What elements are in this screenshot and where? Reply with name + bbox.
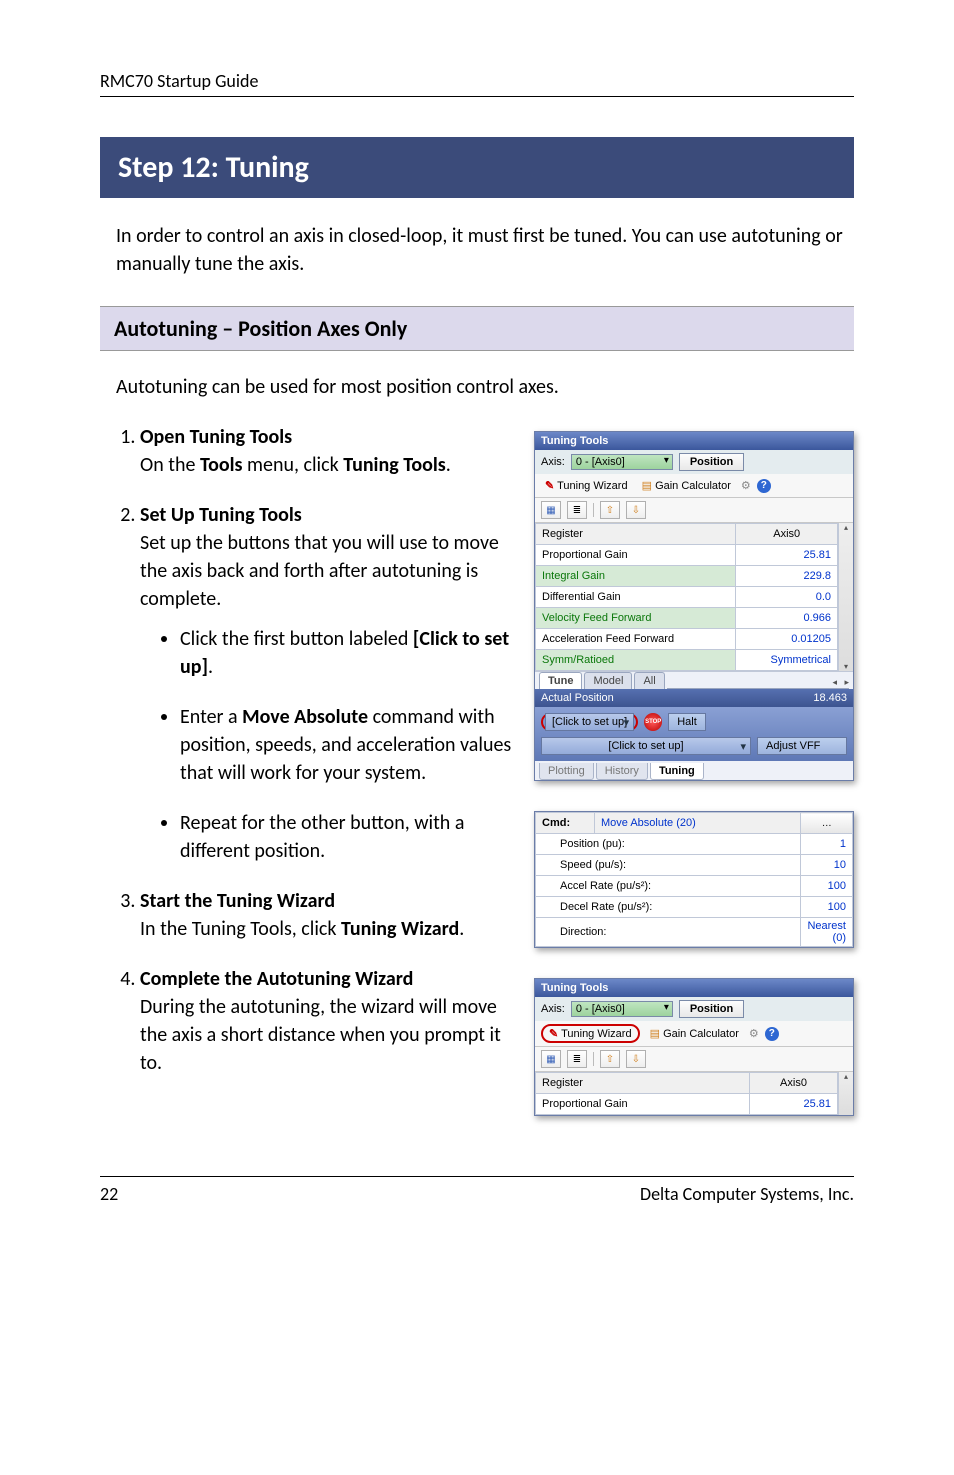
scrollbar[interactable]: ▴▾ xyxy=(838,523,853,671)
bullet-2: Enter a Move Absolute command with posit… xyxy=(180,703,514,787)
tab-tuning[interactable]: Tuning xyxy=(650,763,704,780)
command-panel: Cmd: Move Absolute (20) … Position (pu):… xyxy=(534,811,854,948)
tab-tune[interactable]: Tune xyxy=(539,672,582,689)
bullet-1: Click the first button labeled [Click to… xyxy=(180,625,514,681)
help-icon[interactable]: ? xyxy=(765,1027,779,1041)
axis-dropdown[interactable]: 0 - [Axis0] xyxy=(571,454,673,470)
toolbar-icon-1[interactable]: ▦ xyxy=(541,1050,561,1068)
page-number: 22 xyxy=(100,1183,118,1205)
axis-label-3: Axis: xyxy=(541,1003,565,1015)
gain-calc-tab-3[interactable]: ▤ Gain Calculator xyxy=(646,1025,743,1042)
toolbar-icon-4[interactable]: ⇩ xyxy=(626,1050,646,1068)
step-4: Complete the Autotuning Wizard During th… xyxy=(140,965,514,1077)
table-row: Direction:Nearest (0) xyxy=(536,918,853,947)
bullet-3: Repeat for the other button, with a diff… xyxy=(180,809,514,865)
step-3: Start the Tuning Wizard In the Tuning To… xyxy=(140,887,514,943)
table-row: Proportional Gain25.81 xyxy=(536,1094,838,1115)
axis-header: Axis0 xyxy=(736,524,838,545)
mid-tabs: Tune Model All ◂ ▸ xyxy=(535,671,853,689)
table-row: Differential Gain0.0 xyxy=(536,587,838,608)
panel1-title: Tuning Tools xyxy=(535,432,853,450)
table-row: Speed (pu/s):10 xyxy=(536,855,853,876)
table-row: Symm/RatioedSymmetrical xyxy=(536,650,838,671)
toolbar-icon-2[interactable]: ≣ xyxy=(567,501,587,519)
section-banner: Autotuning – Position Axes Only xyxy=(100,306,854,351)
step-2: Set Up Tuning Tools Set up the buttons t… xyxy=(140,501,514,865)
toolbar-icon-1[interactable]: ▦ xyxy=(541,501,561,519)
step-1: Open Tuning Tools On the Tools menu, cli… xyxy=(140,423,514,479)
step-4-title: Complete the Autotuning Wizard xyxy=(140,967,413,991)
toolbar-icon-3[interactable]: ⇧ xyxy=(600,501,620,519)
toolbar-icon-4[interactable]: ⇩ xyxy=(626,501,646,519)
step-1-title: Open Tuning Tools xyxy=(140,425,292,449)
table-row: Integral Gain229.8 xyxy=(536,566,838,587)
gear-icon[interactable]: ⚙ xyxy=(741,479,751,492)
tuning-tools-panel: Tuning Tools Axis: 0 - [Axis0] Position … xyxy=(534,431,854,781)
tuning-tools-panel-small: Tuning Tools Axis: 0 - [Axis0] Position … xyxy=(534,978,854,1116)
position-button[interactable]: Position xyxy=(679,453,744,471)
reg-header: Register xyxy=(536,524,736,545)
toolbar-icon-2[interactable]: ≣ xyxy=(567,1050,587,1068)
stop-icon[interactable]: STOP xyxy=(644,713,662,731)
table-row: Decel Rate (pu/s²):100 xyxy=(536,897,853,918)
header-title: RMC70 Startup Guide xyxy=(100,70,854,97)
footer-company: Delta Computer Systems, Inc. xyxy=(640,1183,854,1205)
register-table: RegisterAxis0 Proportional Gain25.81 Int… xyxy=(535,523,838,671)
pencil-icon: ✎ xyxy=(545,480,554,492)
actual-position-value: 18.463 xyxy=(813,692,847,704)
step-2-title: Set Up Tuning Tools xyxy=(140,503,302,527)
scrollbar[interactable]: ▴ xyxy=(838,1072,853,1115)
tuning-wizard-tab[interactable]: ✎ Tuning Wizard xyxy=(541,477,632,494)
tuning-wizard-tab-3[interactable]: ✎ Tuning Wizard xyxy=(545,1026,636,1042)
position-button-3[interactable]: Position xyxy=(679,1000,744,1018)
gear-icon[interactable]: ⚙ xyxy=(749,1027,759,1040)
actual-position-label: Actual Position xyxy=(541,692,614,704)
step-3-title: Start the Tuning Wizard xyxy=(140,889,335,913)
help-icon[interactable]: ? xyxy=(757,479,771,493)
axis-label: Axis: xyxy=(541,456,565,468)
adjust-vff-button[interactable]: Adjust VFF xyxy=(757,737,847,755)
intro-text: In order to control an axis in closed-lo… xyxy=(116,222,854,278)
tab-all[interactable]: All xyxy=(634,672,664,689)
pencil-icon: ✎ xyxy=(549,1028,558,1040)
halt-button[interactable]: Halt xyxy=(668,713,706,731)
cmd-value[interactable]: Move Absolute (20) xyxy=(595,813,801,834)
panel3-title: Tuning Tools xyxy=(535,979,853,997)
tab-history[interactable]: History xyxy=(596,763,648,780)
tab-model[interactable]: Model xyxy=(584,672,632,689)
table-row: Position (pu):1 xyxy=(536,834,853,855)
tuning-wizard-highlight: ✎ Tuning Wizard xyxy=(541,1024,640,1043)
calculator-icon: ▤ xyxy=(650,1028,660,1040)
axis-header-3: Axis0 xyxy=(750,1073,838,1094)
click-setup-highlight: [Click to set up] xyxy=(541,713,638,731)
cmd-label: Cmd: xyxy=(536,813,595,834)
step-banner: Step 12: Tuning xyxy=(100,137,854,198)
section-text: Autotuning can be used for most position… xyxy=(116,375,854,399)
register-table-3: RegisterAxis0 Proportional Gain25.81 xyxy=(535,1072,838,1115)
table-row: Velocity Feed Forward0.966 xyxy=(536,608,838,629)
click-to-setup-button-2[interactable]: [Click to set up] xyxy=(541,737,751,755)
reg-header-3: Register xyxy=(536,1073,750,1094)
tab-plotting[interactable]: Plotting xyxy=(539,763,594,780)
bottom-tabs: Plotting History Tuning xyxy=(535,761,853,780)
calculator-icon: ▤ xyxy=(642,480,652,492)
click-to-setup-button-1[interactable]: [Click to set up] xyxy=(545,713,634,731)
table-row: Accel Rate (pu/s²):100 xyxy=(536,876,853,897)
table-row: Acceleration Feed Forward0.01205 xyxy=(536,629,838,650)
gain-calc-tab[interactable]: ▤ Gain Calculator xyxy=(638,477,735,494)
cmd-browse-button[interactable]: … xyxy=(801,813,853,834)
table-row: Proportional Gain25.81 xyxy=(536,545,838,566)
axis-dropdown-3[interactable]: 0 - [Axis0] xyxy=(571,1001,673,1017)
toolbar-icon-3[interactable]: ⇧ xyxy=(600,1050,620,1068)
